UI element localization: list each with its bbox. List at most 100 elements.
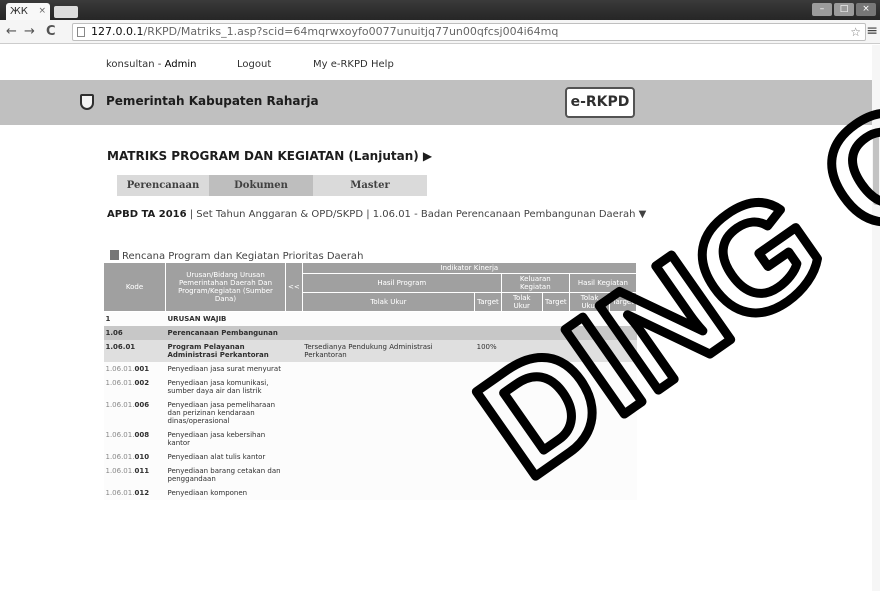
- col-tolak-ukur: Tolak Ukur: [301, 292, 476, 312]
- budget-selector[interactable]: APBD TA 2016 | Set Tahun Anggaran & OPD/…: [107, 209, 646, 220]
- address-bar: ← → C 127.0.0.1/RKPD/Matriks_1.asp?scid=…: [0, 20, 880, 44]
- kode-suffix: 006: [134, 401, 150, 409]
- url-path: /RKPD/Matriks_1.asp?scid=64mqrwxoyfo0077…: [143, 25, 559, 38]
- row-kode: 1.06.01: [103, 340, 166, 362]
- close-window-icon[interactable]: ×: [856, 3, 876, 16]
- minimize-icon[interactable]: –: [812, 3, 832, 16]
- tab-close-icon[interactable]: ×: [38, 3, 46, 20]
- toggle-spacer: [285, 340, 303, 362]
- col-tolak-ukur: Tolak Ukur: [568, 292, 611, 312]
- row-empty-cell: [569, 376, 610, 398]
- row-kode: 1: [103, 311, 166, 326]
- row-empty-cell: [569, 326, 610, 340]
- kode-prefix: 1.06.01.: [105, 379, 135, 387]
- apbd-year: APBD TA 2016: [107, 209, 187, 220]
- my-erkpd-link[interactable]: My e-RKPD: [313, 59, 368, 70]
- toggle-spacer: [285, 398, 303, 428]
- reload-icon[interactable]: C: [46, 23, 56, 41]
- row-empty-cell: [609, 340, 637, 362]
- user-info: konsultan - Admin: [106, 59, 196, 70]
- kode-prefix: 1.06.01.: [105, 401, 135, 409]
- row-empty-cell: [542, 428, 570, 450]
- row-empty-cell: [542, 311, 570, 326]
- row-empty-cell: [501, 340, 543, 362]
- url-host: 127.0.0.1: [91, 25, 144, 38]
- row-empty-cell: [542, 464, 570, 486]
- row-name: Penyediaan komponen: [165, 486, 286, 500]
- row-name: Perencanaan Pembangunan: [165, 326, 286, 340]
- row-name: Program Pelayanan Administrasi Perkantor…: [165, 340, 286, 362]
- row-tolak-ukur: [302, 362, 475, 376]
- row-name: Penyediaan jasa komunikasi, sumber daya …: [165, 376, 286, 398]
- row-target: 100%: [474, 340, 502, 362]
- toggle-spacer: [285, 428, 303, 450]
- row-target: [474, 376, 502, 398]
- org-name: Pemerintah Kabupaten Raharja: [106, 94, 319, 108]
- table-row[interactable]: 1.06.01.012 Penyediaan komponen: [103, 486, 637, 500]
- row-target: [474, 311, 502, 326]
- logout-link[interactable]: Logout: [237, 59, 271, 70]
- user-name[interactable]: Admin: [165, 59, 197, 70]
- row-name: Penyediaan barang cetakan dan penggandaa…: [165, 464, 286, 486]
- table-row[interactable]: 1.06.01 Program Pelayanan Administrasi Pe…: [103, 340, 637, 362]
- new-tab-button[interactable]: [54, 6, 78, 18]
- brand-logo[interactable]: e-RKPD: [565, 87, 635, 118]
- table-row[interactable]: 1.06.01.006 Penyediaan jasa pemeliharaan …: [103, 398, 637, 428]
- row-empty-cell: [501, 428, 543, 450]
- row-empty-cell: [569, 486, 610, 500]
- row-target: [474, 464, 502, 486]
- bookmark-star-icon[interactable]: ☆: [850, 24, 861, 40]
- browser-menu-icon[interactable]: ≡: [866, 23, 878, 39]
- col-target: Target: [474, 292, 502, 312]
- scrollbar-thumb[interactable]: [873, 135, 879, 205]
- row-tolak-ukur: [302, 376, 475, 398]
- table-row[interactable]: 1.06.01.002 Penyediaan jasa komunikasi, s…: [103, 376, 637, 398]
- row-kode: 1.06.01.008: [103, 428, 166, 450]
- tab-title: ЖК: [10, 6, 28, 17]
- kode-prefix: 1.06.01.: [105, 365, 135, 373]
- help-link[interactable]: Help: [371, 59, 394, 70]
- row-empty-cell: [501, 326, 543, 340]
- row-empty-cell: [569, 464, 610, 486]
- toggle-spacer: [285, 326, 303, 340]
- row-target: [474, 326, 502, 340]
- page-scrollbar[interactable]: [872, 45, 880, 591]
- budget-context: | Set Tahun Anggaran & OPD/SKPD | 1.06.0…: [186, 209, 647, 220]
- toggle-spacer: [285, 464, 303, 486]
- col-kode: Kode: [103, 262, 166, 312]
- row-tolak-ukur: Tersedianya Pendukung Administrasi Perka…: [302, 340, 475, 362]
- table-row[interactable]: 1.06.01.010 Penyediaan alat tulis kantor: [103, 450, 637, 464]
- table-row[interactable]: 1 URUSAN WAJIB: [103, 311, 637, 326]
- col-urusan: Urusan/Bidang Urusan Pemerintahan Daerah…: [165, 262, 286, 312]
- tab-dokumen[interactable]: Dokumen: [209, 175, 313, 196]
- tab-perencanaan[interactable]: Perencanaan: [117, 175, 209, 196]
- table-row[interactable]: 1.06.01.011 Penyediaan barang cetakan dan…: [103, 464, 637, 486]
- row-empty-cell: [569, 311, 610, 326]
- row-tolak-ukur: [302, 450, 475, 464]
- row-name: Penyediaan alat tulis kantor: [165, 450, 286, 464]
- row-tolak-ukur: [302, 464, 475, 486]
- row-empty-cell: [609, 450, 637, 464]
- kode-prefix: 1.06.01.: [105, 453, 135, 461]
- collapse-toggle[interactable]: <<: [285, 262, 303, 312]
- url-input[interactable]: 127.0.0.1/RKPD/Matriks_1.asp?scid=64mqrw…: [72, 23, 866, 41]
- section-label: Rencana Program dan Kegiatan Prioritas D…: [110, 250, 363, 262]
- back-icon[interactable]: ←: [6, 23, 17, 41]
- row-empty-cell: [609, 428, 637, 450]
- browser-tab[interactable]: ЖК ×: [6, 3, 50, 20]
- table-row[interactable]: 1.06 Perencanaan Pembangunan: [103, 326, 637, 340]
- kode-prefix: 1: [105, 315, 111, 323]
- row-empty-cell: [569, 340, 610, 362]
- kode-suffix: 011: [134, 467, 150, 475]
- tab-master[interactable]: Master: [313, 175, 427, 196]
- forward-icon[interactable]: →: [24, 23, 35, 41]
- row-empty-cell: [609, 486, 637, 500]
- table-row[interactable]: 1.06.01.001 Penyediaan jasa surat menyura…: [103, 362, 637, 376]
- col-hasil-program: Hasil Program: [301, 273, 502, 293]
- row-target: [474, 428, 502, 450]
- browser-titlebar: ЖК × – □ ×: [0, 0, 880, 20]
- table-row[interactable]: 1.06.01.008 Penyediaan jasa kebersihan ka…: [103, 428, 637, 450]
- kode-suffix: 008: [134, 431, 150, 439]
- col-tolak-ukur: Tolak Ukur: [500, 292, 543, 312]
- maximize-icon[interactable]: □: [834, 3, 854, 16]
